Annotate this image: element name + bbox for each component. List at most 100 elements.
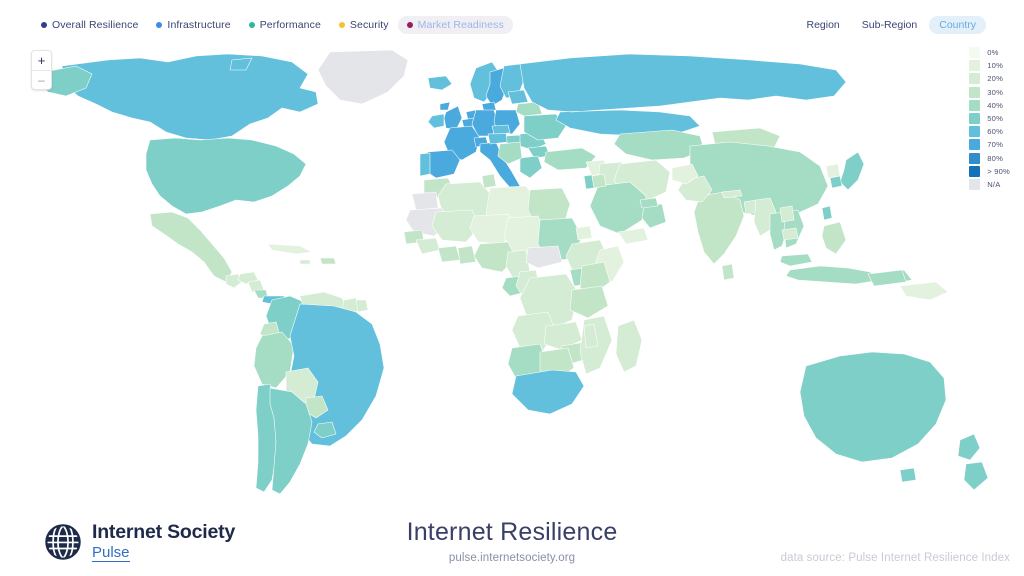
world-map[interactable] (0, 0, 1024, 576)
map-country[interactable] (320, 258, 336, 264)
map-country[interactable] (868, 270, 906, 286)
color-scale-legend: 0% 10% 20% 30% 40% 50% 60% 70% 80% > 90%… (969, 46, 1010, 191)
metric-color-dot (406, 22, 413, 28)
scale-swatch (969, 165, 981, 177)
map-country[interactable] (520, 156, 542, 178)
metric-legend: Overall Resilience Infrastructure Perfor… (32, 16, 513, 34)
zoom-in-button[interactable]: + (32, 51, 51, 70)
scale-label: 40% (987, 100, 1004, 110)
map-country[interactable] (318, 50, 408, 104)
scale-item[interactable]: 50% (969, 112, 1010, 125)
map-country[interactable] (822, 206, 832, 220)
map-country[interactable] (512, 370, 584, 414)
world-map-svg[interactable] (0, 0, 1024, 576)
scale-swatch (969, 47, 981, 59)
metric-color-dot (338, 22, 345, 28)
map-country[interactable] (780, 206, 794, 222)
map-country[interactable] (150, 212, 232, 282)
scale-label: 70% (987, 140, 1004, 150)
scale-item[interactable]: 10% (969, 59, 1010, 72)
zoom-out-button[interactable]: – (32, 70, 51, 89)
metric-label: Overall Resilience (52, 19, 139, 31)
map-country[interactable] (640, 198, 658, 208)
map-country[interactable] (420, 153, 430, 176)
scale-swatch (969, 86, 981, 98)
map-zoom-control[interactable]: + – (31, 50, 52, 90)
map-country[interactable] (840, 152, 864, 190)
metric-label: Infrastructure (167, 19, 231, 31)
scale-label: 0% (987, 48, 999, 58)
map-country[interactable] (458, 246, 476, 264)
map-country[interactable] (492, 125, 510, 134)
metric-overall-resilience[interactable]: Overall Resilience (32, 16, 147, 34)
map-country[interactable] (508, 90, 528, 104)
scale-swatch (969, 126, 981, 138)
scale-item[interactable]: 70% (969, 138, 1010, 151)
map-country[interactable] (520, 54, 846, 136)
metric-performance[interactable]: Performance (240, 16, 330, 34)
map-country[interactable] (592, 174, 606, 188)
metric-label: Security (349, 19, 389, 31)
map-country[interactable] (822, 222, 846, 254)
internet-society-pulse-logo[interactable]: Internet Society Pulse (45, 520, 236, 562)
map-country[interactable] (412, 192, 438, 210)
map-country[interactable] (356, 300, 368, 312)
map-country[interactable] (300, 260, 310, 264)
scope-tab-country[interactable]: Country (929, 16, 986, 34)
metric-infrastructure[interactable]: Infrastructure (147, 16, 239, 34)
map-country[interactable] (900, 468, 916, 482)
scale-item[interactable]: 0% (969, 46, 1010, 59)
scale-label: 20% (987, 74, 1004, 84)
scale-label: > 90% (987, 166, 1010, 176)
map-country[interactable] (694, 192, 744, 264)
scale-item[interactable]: > 90% (969, 165, 1010, 178)
scale-item[interactable]: 80% (969, 152, 1010, 165)
scale-item-na[interactable]: N/A (969, 178, 1010, 191)
scale-swatch (969, 73, 981, 85)
map-country[interactable] (526, 246, 562, 268)
scale-swatch (969, 113, 981, 125)
map-country[interactable] (62, 54, 318, 140)
map-country[interactable] (616, 320, 642, 372)
scale-item[interactable]: 30% (969, 86, 1010, 99)
top-bar: Overall Resilience Infrastructure Perfor… (0, 0, 1024, 40)
scale-label: 30% (987, 87, 1004, 97)
logo-org-name: Internet Society (92, 520, 236, 543)
map-country[interactable] (570, 286, 608, 318)
resilience-map-page: Overall Resilience Infrastructure Perfor… (0, 0, 1024, 576)
scale-item[interactable]: 60% (969, 125, 1010, 138)
map-country[interactable] (780, 254, 812, 266)
map-country[interactable] (590, 182, 646, 234)
map-country[interactable] (416, 238, 440, 254)
scale-item[interactable]: 20% (969, 72, 1010, 85)
map-country[interactable] (428, 114, 444, 128)
map-country[interactable] (268, 244, 312, 254)
map-country[interactable] (270, 388, 312, 494)
map-country[interactable] (800, 352, 946, 462)
metric-security[interactable]: Security (330, 16, 398, 34)
metric-market-readiness[interactable]: Market Readiness (397, 16, 513, 34)
map-country[interactable] (722, 264, 734, 280)
map-country[interactable] (482, 174, 496, 188)
scale-item[interactable]: 40% (969, 99, 1010, 112)
metric-color-dot (156, 22, 163, 28)
logo-text: Internet Society Pulse (92, 520, 236, 562)
scope-tabs: Region Sub-Region Country (797, 16, 986, 34)
scale-label: 80% (987, 153, 1004, 163)
map-country[interactable] (900, 282, 948, 300)
map-country[interactable] (146, 138, 306, 214)
scope-tab-region[interactable]: Region (797, 16, 850, 34)
scale-swatch (969, 139, 981, 151)
scope-tab-sub-region[interactable]: Sub-Region (852, 16, 927, 34)
map-country[interactable] (576, 226, 592, 240)
metric-label: Performance (259, 19, 321, 31)
map-country[interactable] (958, 434, 988, 490)
scale-swatch (969, 60, 981, 72)
map-country[interactable] (830, 176, 842, 188)
map-country[interactable] (428, 76, 452, 90)
map-country[interactable] (826, 164, 840, 178)
map-country[interactable] (488, 133, 508, 144)
scale-label: 10% (987, 61, 1004, 71)
map-country[interactable] (438, 246, 460, 262)
map-country[interactable] (782, 228, 798, 240)
